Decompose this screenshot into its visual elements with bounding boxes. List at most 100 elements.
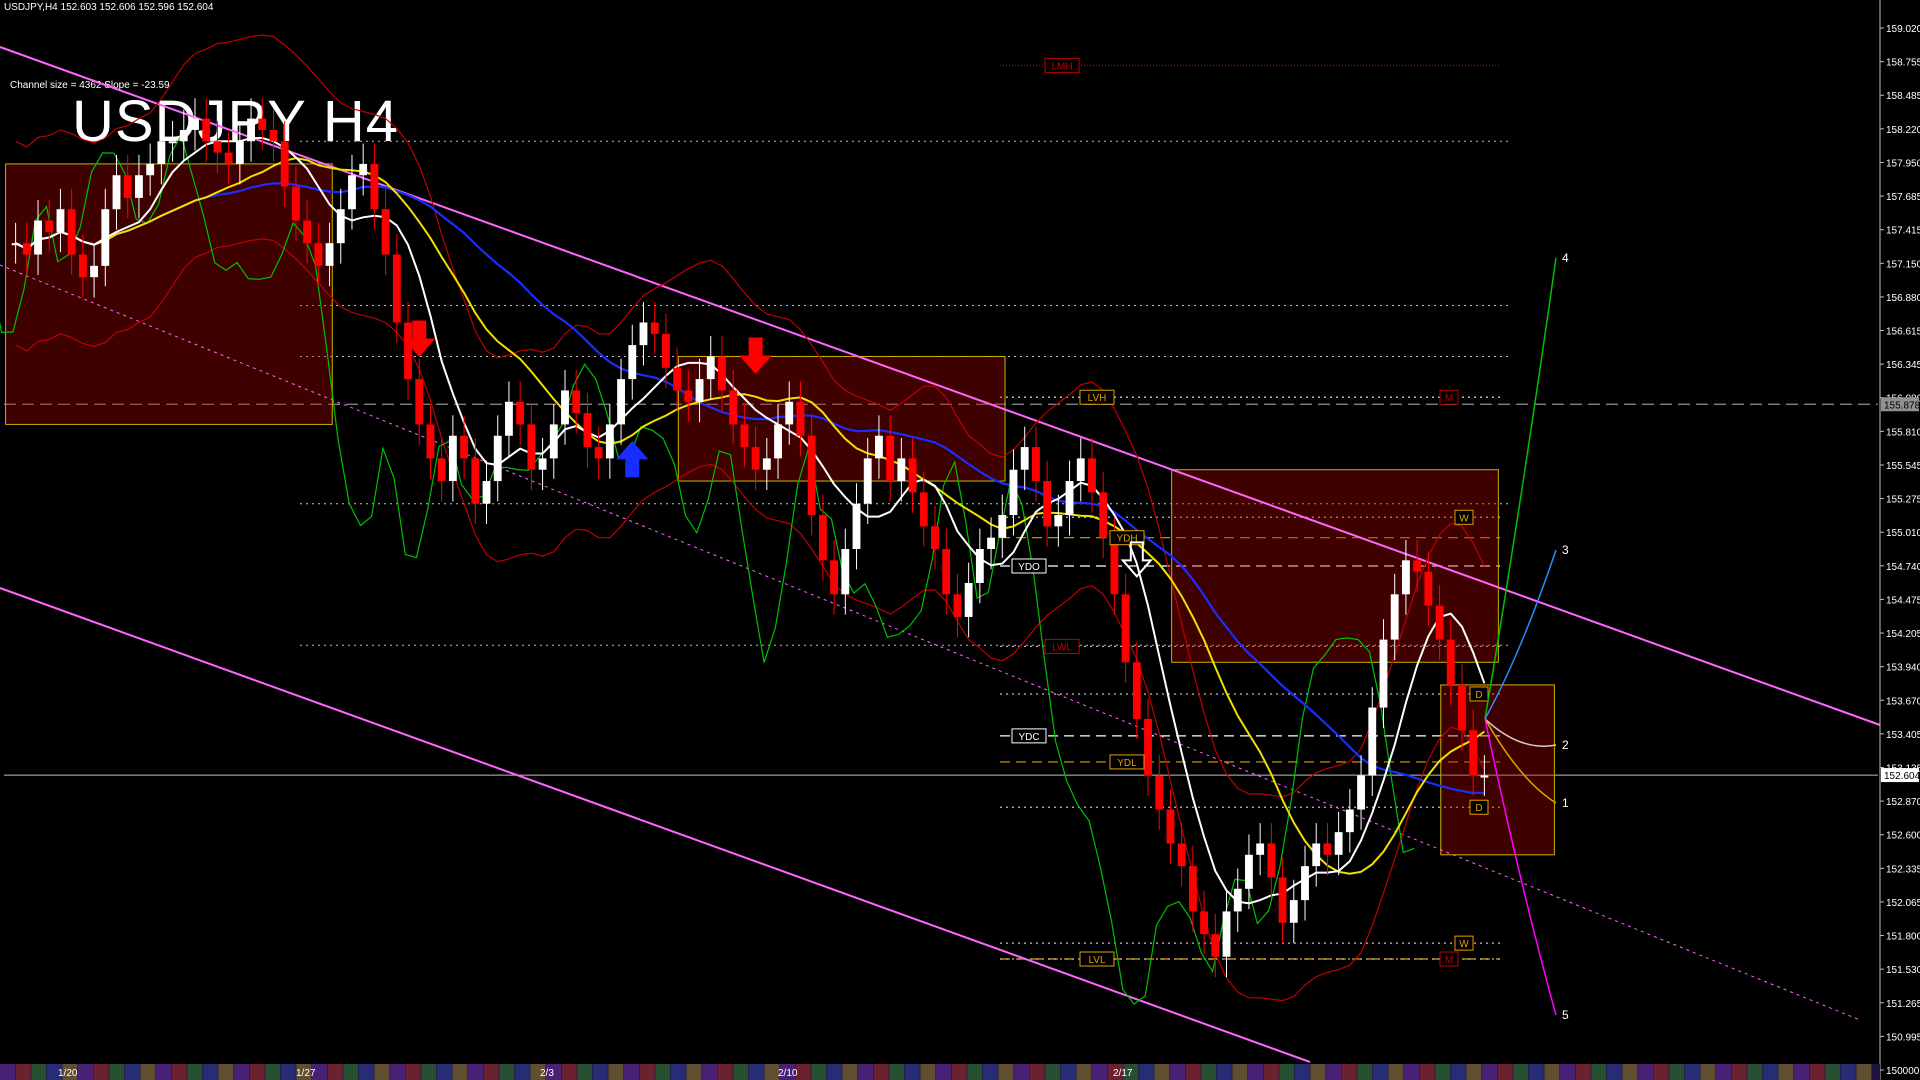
time-strip-segment [156, 1064, 171, 1080]
candle-body [1446, 639, 1455, 685]
candle-body [1076, 458, 1085, 482]
y-tick-label: 159.020 [1886, 24, 1920, 35]
level-label: LWL [1052, 642, 1072, 653]
candle-body [314, 243, 323, 266]
candle-body [751, 447, 760, 470]
time-strip-segment [1435, 1064, 1451, 1080]
candle-body [549, 424, 558, 459]
time-strip-segment [1092, 1064, 1107, 1080]
candle-body [325, 243, 334, 266]
time-strip-segment [936, 1064, 951, 1080]
candle-body [785, 401, 794, 425]
time-strip-segment [374, 1064, 390, 1080]
candle-body [1424, 571, 1433, 606]
candle-body [830, 560, 839, 595]
candle-body [897, 458, 906, 482]
time-strip-segment [1466, 1064, 1482, 1080]
candle-body [706, 356, 715, 380]
candle-body [594, 447, 603, 459]
time-strip-segment [234, 1064, 249, 1080]
time-strip-segment [343, 1064, 359, 1080]
candle-body [1222, 911, 1231, 957]
y-tick-label: 153.670 [1886, 696, 1920, 707]
level-label: YDC [1018, 732, 1039, 743]
y-tick-label: 157.685 [1886, 192, 1920, 203]
projection-label: 5 [1562, 1008, 1569, 1022]
y-tick-label: 152.600 [1886, 831, 1920, 842]
sell-arrow-icon [1120, 541, 1154, 578]
candle-body [359, 163, 368, 176]
time-strip-segment [670, 1064, 686, 1080]
candle-body [179, 129, 188, 142]
candle-body [168, 141, 177, 144]
time-strip-segment [889, 1064, 905, 1080]
time-strip-segment [733, 1064, 749, 1080]
time-strip-segment [1232, 1064, 1248, 1080]
time-strip-segment [1762, 1064, 1778, 1080]
candle-body [1334, 832, 1343, 855]
candle-body [661, 333, 670, 368]
candle-body [1144, 718, 1152, 776]
time-strip-segment [624, 1064, 639, 1080]
candle-body [1020, 447, 1029, 470]
time-strip-segment [1684, 1064, 1700, 1080]
candle-body [157, 141, 166, 164]
time-strip-segment [0, 1064, 15, 1080]
y-tick-label: 155.810 [1886, 427, 1920, 438]
time-strip-segment [1700, 1064, 1716, 1080]
price-axis: 159.020 158.755 158.485 158.220 157.950 157.6… [1879, 0, 1920, 1080]
time-strip-segment [1404, 1064, 1419, 1080]
y-tick-label: 152.335 [1886, 864, 1920, 875]
time-strip-segment [1326, 1064, 1341, 1080]
y-tick-label: 158.755 [1886, 58, 1920, 69]
time-strip-segment [702, 1064, 717, 1080]
level-label: D [1475, 690, 1482, 701]
candle-body [224, 152, 233, 164]
candle-body [392, 254, 401, 323]
time-strip-segment [1747, 1064, 1763, 1080]
price-chart[interactable]: LMHLVH MYDHWYDOLWLDYDCYDLDWLVL M 43215 159… [0, 0, 1920, 1080]
time-strip-segment [1170, 1064, 1185, 1080]
candle-body [78, 254, 87, 278]
time-strip-segment [1638, 1064, 1653, 1080]
candle-body [527, 424, 536, 470]
candle-body [1200, 911, 1209, 935]
time-strip-segment [218, 1064, 234, 1080]
time-strip-segment [436, 1064, 452, 1080]
candle-body [818, 515, 827, 561]
candle-body [247, 118, 255, 142]
candle-body [1267, 843, 1276, 878]
candle-body [348, 175, 356, 210]
time-strip-segment [468, 1064, 483, 1080]
candle-body [415, 379, 424, 425]
candle-body [336, 209, 345, 244]
candle-body [1233, 888, 1242, 912]
ichimoku-cloud [5, 163, 1555, 856]
time-strip-segment [187, 1064, 203, 1080]
time-strip-segment [1185, 1064, 1201, 1080]
time-strip-segment [1825, 1064, 1841, 1080]
y-tick-label: 157.415 [1886, 226, 1920, 237]
cloud-block [677, 355, 1006, 482]
time-strip-segment [1419, 1064, 1435, 1080]
time-strip-segment [1856, 1064, 1872, 1080]
y-tick-label: 150000 [1886, 1066, 1920, 1077]
y-tick-label: 157.150 [1886, 259, 1920, 270]
y-tick-label: 151.530 [1886, 965, 1920, 976]
time-strip-segment [1357, 1064, 1373, 1080]
y-tick-label: 152.870 [1886, 797, 1920, 808]
projection-label: 3 [1562, 543, 1569, 557]
time-strip-segment [811, 1064, 827, 1080]
candle-body [1166, 809, 1175, 844]
candle-body [45, 220, 54, 232]
time-strip-segment [1591, 1064, 1607, 1080]
candle-body [67, 209, 76, 255]
time-strip-segment [1372, 1064, 1388, 1080]
time-strip-segment [140, 1064, 156, 1080]
candle-body [112, 175, 121, 210]
candle-body [1435, 605, 1444, 640]
level-label: M [1445, 955, 1453, 966]
time-strip-segment [421, 1064, 437, 1080]
candle-body [1357, 775, 1365, 810]
time-strip-segment [1731, 1064, 1747, 1080]
